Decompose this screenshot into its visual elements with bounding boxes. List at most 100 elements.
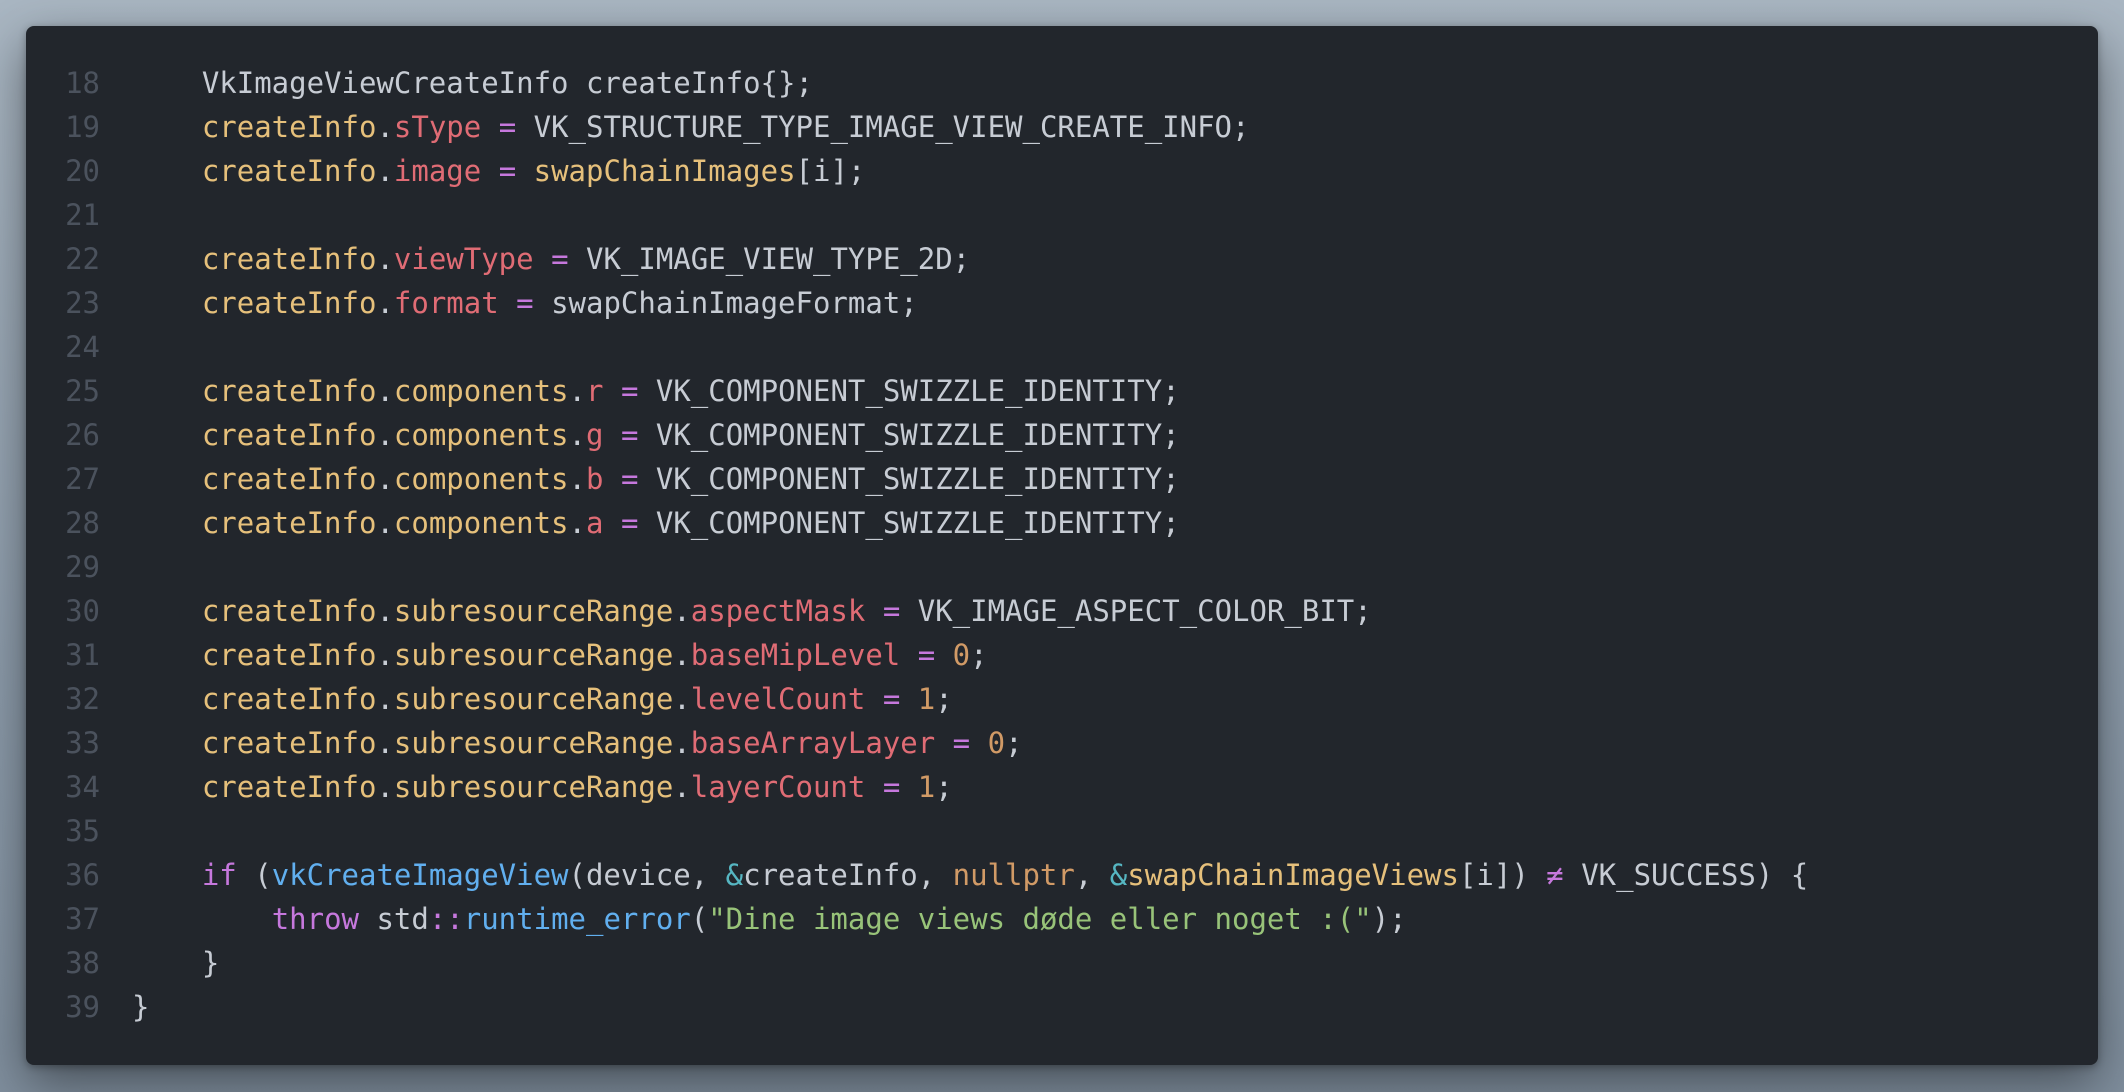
line-number: 38 bbox=[65, 946, 100, 980]
line-number: 29 bbox=[65, 550, 100, 584]
line-text: createInfo.subresourceRange.aspectMask =… bbox=[100, 589, 1372, 633]
line-text: createInfo.components.g = VK_COMPONENT_S… bbox=[100, 413, 1180, 457]
code-token: createInfo bbox=[201, 110, 377, 144]
line-number: 26 bbox=[65, 418, 100, 452]
code-token: VK_COMPONENT_SWIZZLE_IDENTITY; bbox=[638, 374, 1180, 408]
code-line[interactable]: 19 createInfo.sType = VK_STRUCTURE_TYPE_… bbox=[26, 105, 1808, 149]
code-token: . bbox=[673, 594, 691, 628]
line-number: 21 bbox=[65, 198, 100, 232]
code-token: (device, bbox=[568, 858, 726, 892]
code-token: ≠ bbox=[1546, 858, 1564, 892]
code-line[interactable]: 20 createInfo.image = swapChainImages[i]… bbox=[26, 149, 1808, 193]
code-token: [i]) bbox=[1458, 858, 1547, 892]
code-token: . bbox=[376, 726, 394, 760]
code-token: = bbox=[952, 726, 971, 760]
code-line[interactable]: 24 bbox=[26, 325, 1808, 369]
line-number: 18 bbox=[65, 66, 100, 100]
code-token: sType bbox=[393, 110, 482, 144]
code-line[interactable]: 28 createInfo.components.a = VK_COMPONEN… bbox=[26, 501, 1808, 545]
code-token: . bbox=[568, 418, 586, 452]
code-token: VK_COMPONENT_SWIZZLE_IDENTITY; bbox=[638, 506, 1180, 540]
code-token: VkImageViewCreateInfo createInfo{}; bbox=[132, 66, 813, 100]
code-token: baseArrayLayer bbox=[690, 726, 936, 760]
code-token: . bbox=[673, 682, 691, 716]
code-token: createInfo bbox=[201, 594, 377, 628]
code-token: , bbox=[1074, 858, 1110, 892]
code-line[interactable]: 18 VkImageViewCreateInfo createInfo{}; bbox=[26, 61, 1808, 105]
code-token: . bbox=[376, 110, 394, 144]
code-line[interactable]: 29 bbox=[26, 545, 1808, 589]
code-token: VK_IMAGE_VIEW_TYPE_2D; bbox=[568, 242, 971, 276]
code-line[interactable]: 31 createInfo.subresourceRange.baseMipLe… bbox=[26, 633, 1808, 677]
code-token: . bbox=[376, 462, 394, 496]
code-token: & bbox=[1109, 858, 1128, 892]
code-token: . bbox=[376, 594, 394, 628]
code-token: subresourceRange bbox=[393, 594, 674, 628]
line-number: 23 bbox=[65, 286, 100, 320]
code-line[interactable]: 30 createInfo.subresourceRange.aspectMas… bbox=[26, 589, 1808, 633]
code-token: components bbox=[393, 374, 569, 408]
code-line[interactable]: 34 createInfo.subresourceRange.layerCoun… bbox=[26, 765, 1808, 809]
code-token: throw bbox=[271, 902, 359, 936]
code-token: ); bbox=[1371, 902, 1407, 936]
line-number: 35 bbox=[65, 814, 100, 848]
code-line[interactable]: 21 bbox=[26, 193, 1808, 237]
line-number: 36 bbox=[65, 858, 100, 892]
code-token: ; bbox=[935, 682, 953, 716]
line-text bbox=[100, 545, 132, 589]
line-number: 19 bbox=[65, 110, 100, 144]
code-token: createInfo bbox=[201, 770, 377, 804]
code-token: . bbox=[376, 374, 394, 408]
code-token: ; bbox=[935, 770, 953, 804]
code-line[interactable]: 26 createInfo.components.g = VK_COMPONEN… bbox=[26, 413, 1808, 457]
line-text: createInfo.format = swapChainImageFormat… bbox=[100, 281, 918, 325]
line-number: 32 bbox=[65, 682, 100, 716]
code-token: . bbox=[376, 154, 394, 188]
code-token: "Dine image views døde eller noget :(" bbox=[708, 902, 1372, 936]
line-number: 25 bbox=[65, 374, 100, 408]
code-token: std bbox=[359, 902, 429, 936]
code-token: createInfo bbox=[201, 506, 377, 540]
code-token: 1 bbox=[917, 682, 936, 716]
code-token: = bbox=[882, 594, 901, 628]
code-token: = bbox=[620, 462, 639, 496]
code-window: 18 VkImageViewCreateInfo createInfo{}; 19… bbox=[26, 26, 2098, 1065]
line-number: 31 bbox=[65, 638, 100, 672]
code-token: 1 bbox=[917, 770, 936, 804]
code-line[interactable]: 23 createInfo.format = swapChainImageFor… bbox=[26, 281, 1808, 325]
code-line[interactable]: 33 createInfo.subresourceRange.baseArray… bbox=[26, 721, 1808, 765]
code-token: ; bbox=[970, 638, 988, 672]
code-line[interactable]: 25 createInfo.components.r = VK_COMPONEN… bbox=[26, 369, 1808, 413]
code-line[interactable]: 32 createInfo.subresourceRange.levelCoun… bbox=[26, 677, 1808, 721]
code-token: runtime_error bbox=[463, 902, 691, 936]
code-token: . bbox=[568, 462, 586, 496]
code-line[interactable]: 38 } bbox=[26, 941, 1808, 985]
code-token: :: bbox=[428, 902, 464, 936]
code-token: b bbox=[586, 462, 604, 496]
code-token: r bbox=[586, 374, 604, 408]
code-token: createInfo bbox=[201, 682, 377, 716]
code-line[interactable]: 37 throw std::runtime_error("Dine image … bbox=[26, 897, 1808, 941]
line-text: VkImageViewCreateInfo createInfo{}; bbox=[100, 61, 813, 105]
code-line[interactable]: 22 createInfo.viewType = VK_IMAGE_VIEW_T… bbox=[26, 237, 1808, 281]
code-line[interactable]: 27 createInfo.components.b = VK_COMPONEN… bbox=[26, 457, 1808, 501]
code-line[interactable]: 36 if (vkCreateImageView(device, &create… bbox=[26, 853, 1808, 897]
code-line[interactable]: 35 bbox=[26, 809, 1808, 853]
code-editor[interactable]: 18 VkImageViewCreateInfo createInfo{}; 19… bbox=[26, 61, 1808, 1029]
code-token: 0 bbox=[987, 726, 1006, 760]
code-line[interactable]: 39} bbox=[26, 985, 1808, 1029]
code-token: . bbox=[376, 242, 394, 276]
